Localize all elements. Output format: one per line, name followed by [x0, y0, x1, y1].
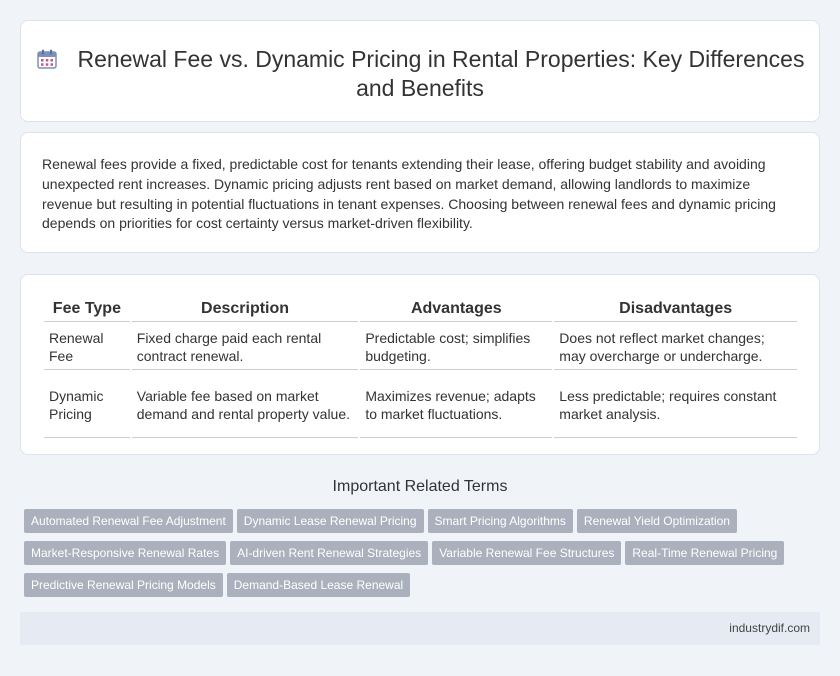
page-title-wrap: Renewal Fee vs. Dynamic Pricing in Renta…	[21, 45, 819, 103]
table-header-row: Fee Type Description Advantages Disadvan…	[44, 298, 797, 322]
tag-link[interactable]: Predictive Renewal Pricing Models	[24, 573, 223, 597]
table-cell: Dynamic Pricing	[44, 372, 130, 438]
tag-link[interactable]: AI-driven Rent Renewal Strategies	[230, 541, 429, 565]
tag-link[interactable]: Smart Pricing Algorithms	[427, 509, 573, 533]
calendar-icon	[36, 49, 57, 69]
comparison-table: Fee Type Description Advantages Disadvan…	[42, 296, 799, 440]
tag-link[interactable]: Variable Renewal Fee Structures	[432, 541, 622, 565]
table-cell: Variable fee based on market demand and …	[131, 372, 359, 438]
column-header: Disadvantages	[554, 298, 797, 322]
page-title: Renewal Fee vs. Dynamic Pricing in Renta…	[77, 46, 805, 101]
tag-link[interactable]: Renewal Yield Optimization	[576, 509, 737, 533]
footer-bar: industrydif.com	[20, 612, 820, 645]
tag-link[interactable]: Automated Renewal Fee Adjustment	[24, 509, 233, 533]
table-cell: Less predictable; requires constant mark…	[554, 372, 797, 438]
tag-link[interactable]: Market-Responsive Renewal Rates	[24, 541, 227, 565]
table-cell: Renewal Fee	[44, 324, 130, 370]
footer-site-link[interactable]: industrydif.com	[729, 621, 810, 635]
related-terms-heading: Important Related Terms	[332, 478, 508, 495]
table-row: Renewal Fee Fixed charge paid each renta…	[44, 324, 797, 370]
table-cell: Does not reflect market changes; may ove…	[554, 324, 797, 370]
related-terms-tags: Automated Renewal Fee Adjustment Dynamic …	[24, 509, 814, 605]
intro-card: Renewal fees provide a fixed, predictabl…	[20, 132, 820, 253]
table-row: Dynamic Pricing Variable fee based on ma…	[44, 372, 797, 438]
tag-link[interactable]: Dynamic Lease Renewal Pricing	[236, 509, 424, 533]
tag-link[interactable]: Real-Time Renewal Pricing	[625, 541, 785, 565]
intro-paragraph: Renewal fees provide a fixed, predictabl…	[42, 156, 776, 232]
column-header: Description	[131, 298, 359, 322]
tag-link[interactable]: Demand-Based Lease Renewal	[226, 573, 411, 597]
title-card: Renewal Fee vs. Dynamic Pricing in Renta…	[20, 20, 820, 122]
column-header: Advantages	[360, 298, 553, 322]
comparison-table-card: Fee Type Description Advantages Disadvan…	[20, 274, 820, 455]
table-cell: Fixed charge paid each rental contract r…	[131, 324, 359, 370]
table-cell: Predictable cost; simplifies budgeting.	[360, 324, 553, 370]
table-cell: Maximizes revenue; adapts to market fluc…	[360, 372, 553, 438]
column-header: Fee Type	[44, 298, 130, 322]
